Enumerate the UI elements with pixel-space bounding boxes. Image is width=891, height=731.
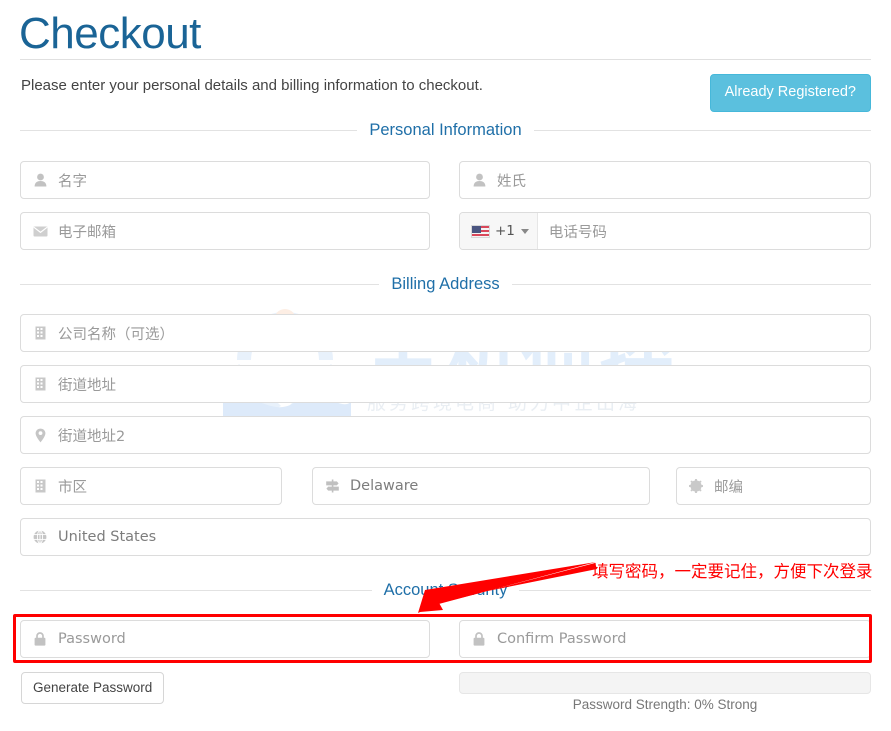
first-name-placeholder: 名字 [58,173,87,190]
user-icon [31,171,49,189]
signpost-icon [323,477,341,495]
section-label-personal: Personal Information [369,120,522,139]
user-icon [470,171,488,189]
dial-code: +1 [495,223,515,239]
lock-icon [470,630,488,648]
chevron-down-icon [520,228,529,234]
section-label-security: Account Security [383,580,508,599]
intro-text: Please enter your personal details and b… [21,77,483,94]
generate-password-button[interactable]: Generate Password [21,672,165,704]
address2-placeholder: 街道地址2 [58,428,126,445]
state-select[interactable]: Delaware [312,467,650,505]
divider-line-right [511,283,872,285]
city-field[interactable]: 市区 [20,467,282,505]
section-billing-address: Billing Address [20,274,872,294]
globe-icon [31,528,49,546]
last-name-field[interactable]: 姓氏 [459,161,871,199]
password-field[interactable]: Password [20,620,430,658]
section-label-billing: Billing Address [391,274,500,293]
building-icon [31,375,49,393]
zip-placeholder: 邮编 [714,479,743,496]
confirm-password-field[interactable]: Confirm Password [459,620,871,658]
divider-line-right [533,129,871,131]
section-personal-information: Personal Information [20,120,871,140]
section-account-security: Account Security [20,580,871,600]
divider-line-left [20,589,372,591]
company-placeholder: 公司名称（可选） [58,326,174,343]
address1-field[interactable]: 街道地址 [20,365,871,403]
map-pin-icon [31,426,49,444]
company-field[interactable]: 公司名称（可选） [20,314,871,352]
country-value: United States [58,529,157,545]
title-divider [20,59,871,60]
checkout-page: 主机侦探 服务跨境电商 助力中企出海 Checkout Please enter… [0,0,891,731]
lock-icon [31,630,49,648]
divider-line-left [20,129,358,131]
country-select[interactable]: United States [20,518,871,556]
annotation-text: 填写密码，一定要记住，方便下次登录 [592,562,873,581]
already-registered-button[interactable]: Already Registered? [709,74,871,112]
zip-field[interactable]: 邮编 [676,467,871,505]
circle-dots-icon [687,477,705,495]
us-flag-icon [471,224,490,238]
page-title: Checkout [19,9,201,58]
building-icon [31,477,49,495]
first-name-field[interactable]: 名字 [20,161,430,199]
city-placeholder: 市区 [58,479,87,496]
envelope-icon [31,222,49,240]
email-field[interactable]: 电子邮箱 [20,212,430,250]
address1-placeholder: 街道地址 [58,377,116,394]
phone-field[interactable]: +1 电话号码 [459,212,871,250]
country-code-dropdown[interactable]: +1 [460,213,538,249]
divider-line-right [519,589,871,591]
phone-placeholder: 电话号码 [548,224,607,241]
state-value: Delaware [350,478,419,494]
address2-field[interactable]: 街道地址2 [20,416,871,454]
email-placeholder: 电子邮箱 [58,224,116,241]
password-strength-bar [459,672,871,694]
confirm-password-placeholder: Confirm Password [497,631,627,647]
last-name-placeholder: 姓氏 [497,173,526,190]
divider-line-left [20,283,380,285]
building-icon [31,324,49,342]
password-placeholder: Password [58,631,126,647]
password-strength-label: Password Strength: 0% Strong [572,697,758,712]
